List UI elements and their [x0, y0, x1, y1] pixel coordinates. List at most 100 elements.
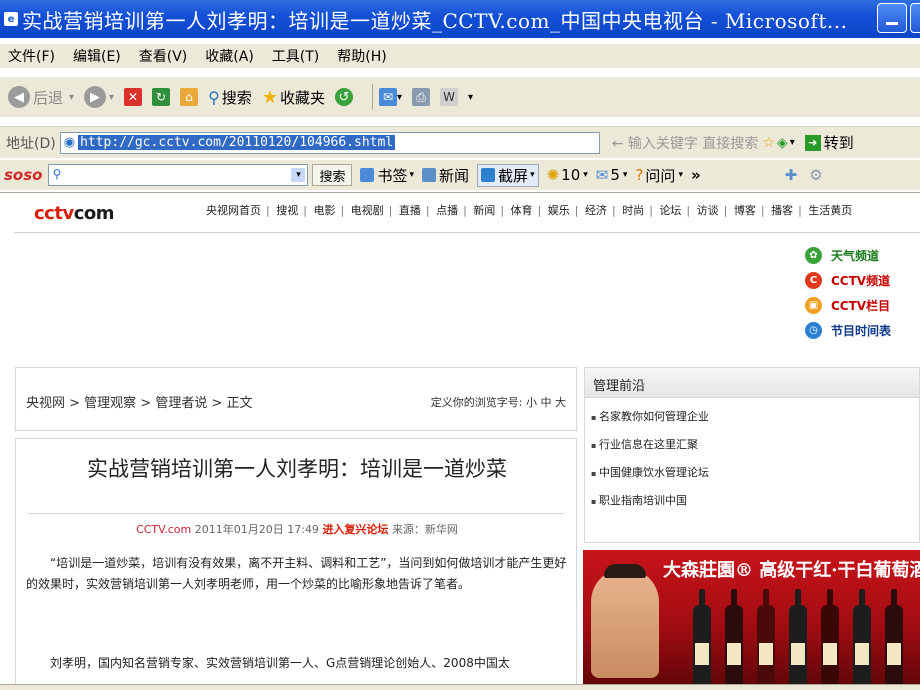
nav-vod[interactable]: 点播 — [436, 204, 458, 217]
refresh-icon: ↻ — [152, 88, 171, 106]
history-button[interactable]: ↺ — [334, 88, 356, 106]
menu-file[interactable]: 文件(F) — [8, 46, 55, 66]
cctv-channel-icon: C — [805, 272, 822, 289]
sidebar-item[interactable]: 职业指南培训中国 — [591, 492, 919, 520]
gear-icon[interactable]: ⚙ — [809, 166, 822, 184]
search-label: 搜索 — [221, 88, 252, 107]
minimize-button[interactable] — [877, 3, 907, 33]
nav-ent[interactable]: 娱乐 — [548, 204, 570, 217]
soso-logo[interactable]: soso — [4, 166, 42, 184]
chevron-down-icon[interactable]: ▾ — [790, 137, 795, 148]
sun-icon: ✺ — [546, 166, 560, 184]
chevron-down-icon: ▾ — [109, 91, 115, 103]
sidebar-item[interactable]: 行业信息在这里汇聚 — [591, 436, 919, 464]
refresh-button[interactable]: ↻ — [152, 88, 171, 106]
article-paragraph: 刘孝明，国内知名营销专家、实效营销培训第一人、G点营销理论创始人、2008中国太 — [50, 656, 510, 670]
nav-economy[interactable]: 经济 — [585, 204, 607, 217]
soso-toolbar: soso ⚲ ▾ 搜索 书签 ▾ 新闻 截屏 ▾ ✺ 10 ▾ ✉ 5 ▾ ? … — [0, 160, 920, 190]
nav-interview[interactable]: 访谈 — [697, 204, 719, 217]
wine-bottle — [853, 589, 871, 690]
ad-person-image — [591, 564, 659, 678]
channel-label: 天气频道 — [831, 249, 880, 263]
soso-search-label: 搜索 — [319, 169, 346, 185]
shield-icon[interactable]: ◈ — [777, 135, 788, 151]
star-icon[interactable]: ☆ — [762, 135, 775, 151]
channel-programs[interactable]: ▣ CCTV栏目 — [805, 293, 891, 318]
nav-blog[interactable]: 博客 — [734, 204, 756, 217]
channel-schedule[interactable]: ◷ 节目时间表 — [805, 318, 891, 343]
nav-movie[interactable]: 电影 — [313, 204, 335, 217]
plus-icon[interactable]: ✚ — [785, 166, 798, 184]
home-button[interactable]: ⌂ — [180, 88, 199, 106]
more-button[interactable]: » — [691, 166, 701, 184]
forward-button[interactable]: ▶ ▾ — [84, 86, 114, 108]
article-site[interactable]: CCTV.com — [136, 523, 191, 536]
nav-sousi[interactable]: 搜视 — [276, 204, 298, 217]
article-title: 实战营销培训第一人刘孝明：培训是一道炒菜 — [87, 457, 507, 481]
ask-button[interactable]: ? 问问 ▾ — [635, 165, 683, 186]
wine-bottle — [725, 589, 743, 690]
menu-favorites[interactable]: 收藏(A) — [205, 46, 254, 66]
ad-text: 大森莊園® 高级干红·干白葡萄酒 — [663, 560, 920, 581]
menu-tools[interactable]: 工具(T) — [272, 46, 319, 66]
star-icon: ★ — [261, 86, 278, 108]
menu-bar: 文件(F) 编辑(E) 查看(V) 收藏(A) 工具(T) 帮助(H) — [0, 44, 920, 68]
sidebar-item[interactable]: 名家教你如何管理企业 — [591, 408, 919, 436]
mail-count-button[interactable]: ✉ 5 ▾ — [596, 166, 628, 184]
chevron-down-icon: ▾ — [69, 91, 75, 103]
search-button[interactable]: ⚲ 搜索 — [208, 87, 252, 108]
wine-bottle — [885, 589, 903, 690]
stop-button[interactable]: ✕ — [124, 88, 143, 106]
page-icon: ◉ — [63, 135, 76, 150]
nav-sports[interactable]: 体育 — [511, 204, 533, 217]
window-title: 实战营销培训第一人刘孝明：培训是一道炒菜_CCTV.com_中国中央电视台 - … — [22, 8, 848, 33]
print-button[interactable]: ⎙ — [412, 88, 430, 106]
channel-weather[interactable]: ✿ 天气频道 — [805, 243, 891, 268]
font-size-control[interactable]: 定义你的浏览字号: 小 中 大 — [431, 394, 566, 410]
ie-window-icon: e — [4, 12, 18, 26]
chevron-down-icon: ▾ — [530, 170, 535, 180]
sidebar-item[interactable]: 中国健康饮水管理论坛 — [591, 464, 919, 492]
nav-home[interactable]: 央视网首页 — [206, 204, 261, 217]
chevron-down-icon[interactable]: ▾ — [291, 168, 306, 182]
back-button[interactable]: ◀ 后退 ▾ — [8, 86, 74, 108]
nav-live[interactable]: 直播 — [399, 204, 421, 217]
chevron-down-icon: ▾ — [678, 170, 683, 180]
menu-edit[interactable]: 编辑(E) — [73, 46, 121, 66]
bookmarks-button[interactable]: 书签 ▾ — [360, 165, 414, 186]
wine-bottle — [757, 589, 775, 690]
wine-advertisement[interactable]: 大森莊園® 高级干红·干白葡萄酒 — [583, 550, 920, 690]
nav-fashion[interactable]: 时尚 — [622, 204, 644, 217]
soso-search-input[interactable]: ⚲ ▾ — [48, 164, 309, 186]
menu-view[interactable]: 查看(V) — [139, 46, 188, 66]
maximize-button[interactable] — [910, 3, 920, 33]
screenshot-button[interactable]: 截屏 ▾ — [477, 163, 539, 187]
breadcrumb[interactable]: 央视网 > 管理观察 > 管理者说 > 正文 — [26, 392, 252, 411]
nav-forum[interactable]: 论坛 — [659, 204, 681, 217]
mail-button[interactable]: ✉ ▾ — [378, 88, 402, 106]
edit-button[interactable]: W — [440, 88, 458, 106]
address-search-hint[interactable]: ← 输入关键字 直接搜索 — [612, 133, 759, 153]
go-button[interactable]: ➜ 转到 — [804, 132, 854, 153]
address-input[interactable]: ◉ http://gc.cctv.com/20110120/104966.sht… — [59, 131, 600, 154]
history-icon: ↺ — [334, 88, 353, 106]
sidebar-heading: 管理前沿 — [585, 368, 919, 398]
soso-search-button[interactable]: 搜索 — [312, 164, 353, 186]
cctv-logo[interactable]: cctvcom — [34, 203, 114, 224]
weather-count-button[interactable]: ✺ 10 ▾ — [547, 166, 588, 184]
chevron-down-icon: ▾ — [583, 170, 588, 180]
nav-podcast[interactable]: 播客 — [771, 204, 793, 217]
channel-cctv[interactable]: C CCTV频道 — [805, 268, 891, 293]
news-button[interactable]: 新闻 — [422, 165, 469, 186]
word-icon: W — [440, 88, 458, 106]
article-panel: 实战营销培训第一人刘孝明：培训是一道炒菜 CCTV.com 2011年01月20… — [15, 438, 577, 690]
mail-count: 5 — [610, 166, 620, 184]
nav-news[interactable]: 新闻 — [473, 204, 495, 217]
favorites-button[interactable]: ★ 收藏夹 — [262, 87, 325, 108]
forum-link[interactable]: 进入复兴论坛 — [322, 523, 388, 536]
nav-tv[interactable]: 电视剧 — [351, 204, 384, 217]
back-arrow-icon: ◀ — [8, 86, 30, 108]
menu-help[interactable]: 帮助(H) — [337, 46, 386, 66]
nav-yellowpages[interactable]: 生活黄页 — [808, 204, 852, 217]
more-tools-button[interactable]: ▾ — [468, 92, 473, 103]
